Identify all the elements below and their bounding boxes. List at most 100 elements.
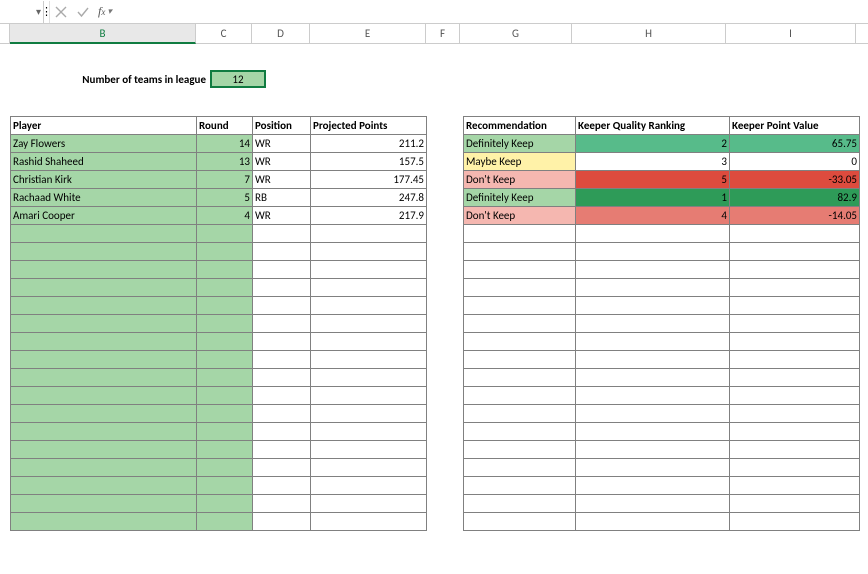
header-position[interactable]: Position [253,117,311,135]
cell[interactable] [197,459,253,477]
cell[interactable] [11,459,197,477]
cell[interactable] [464,477,576,495]
cell[interactable] [197,423,253,441]
cell[interactable] [11,495,197,513]
column-header-D[interactable]: D [252,24,310,43]
column-header-E[interactable]: E [310,24,426,43]
cell-rank[interactable]: 4 [576,207,730,225]
cell[interactable] [464,459,576,477]
cell[interactable] [11,225,197,243]
cell-position[interactable]: RB [253,189,311,207]
cell[interactable] [576,459,730,477]
cell[interactable] [253,225,311,243]
cell[interactable] [11,405,197,423]
cell[interactable] [730,459,860,477]
cell-round[interactable]: 13 [197,153,253,171]
cell[interactable] [576,513,730,531]
cell[interactable] [730,405,860,423]
accept-formula-button[interactable] [72,1,94,23]
cell[interactable] [11,513,197,531]
cell-position[interactable]: WR [253,207,311,225]
cell[interactable] [311,513,427,531]
cell[interactable] [311,459,427,477]
cell[interactable] [730,297,860,315]
cell[interactable] [253,387,311,405]
cell[interactable] [11,477,197,495]
teams-input-cell[interactable]: 12 [210,70,266,88]
cell[interactable] [197,369,253,387]
cell[interactable] [730,495,860,513]
chevron-down-icon[interactable]: ▾ [107,6,112,17]
cell-projected[interactable]: 217.9 [311,207,427,225]
cell-recommendation[interactable]: Don't Keep [464,207,576,225]
cell-recommendation[interactable]: Definitely Keep [464,189,576,207]
cell[interactable] [11,243,197,261]
column-header-I[interactable]: I [726,24,856,43]
cell[interactable] [730,441,860,459]
cell[interactable] [11,333,197,351]
cell[interactable] [730,315,860,333]
cell[interactable] [253,459,311,477]
cell[interactable] [576,351,730,369]
column-header-F[interactable]: F [426,24,460,43]
cell[interactable] [197,441,253,459]
cell-rank[interactable]: 2 [576,135,730,153]
cell-projected[interactable]: 247.8 [311,189,427,207]
header-round[interactable]: Round [197,117,253,135]
cell[interactable] [576,423,730,441]
cell-projected[interactable]: 157.5 [311,153,427,171]
cell[interactable] [253,351,311,369]
cell[interactable] [11,387,197,405]
column-header-C[interactable]: C [196,24,252,43]
cell[interactable] [311,297,427,315]
cell[interactable] [576,405,730,423]
cell[interactable] [253,441,311,459]
cell[interactable] [464,297,576,315]
cell[interactable] [730,351,860,369]
cell[interactable] [464,513,576,531]
cell[interactable] [464,315,576,333]
cell[interactable] [576,387,730,405]
cell[interactable] [311,387,427,405]
cell[interactable] [253,405,311,423]
cell-round[interactable]: 7 [197,171,253,189]
cell[interactable] [464,225,576,243]
cell[interactable] [253,261,311,279]
header-recommendation[interactable]: Recommendation [464,117,576,135]
cell[interactable] [464,279,576,297]
cell[interactable] [197,513,253,531]
cell[interactable] [730,477,860,495]
cell[interactable] [253,243,311,261]
cell[interactable] [311,243,427,261]
cell[interactable] [464,387,576,405]
cell[interactable] [730,261,860,279]
cell[interactable] [197,279,253,297]
cell-rank[interactable]: 1 [576,189,730,207]
cell[interactable] [11,279,197,297]
cell[interactable] [311,351,427,369]
cancel-formula-button[interactable] [50,1,72,23]
cell[interactable] [253,315,311,333]
cell[interactable] [197,351,253,369]
cell[interactable] [730,333,860,351]
cell[interactable] [197,261,253,279]
cell[interactable] [576,243,730,261]
cell[interactable] [197,333,253,351]
cell[interactable] [464,243,576,261]
cell[interactable] [311,405,427,423]
cell-player[interactable]: Zay Flowers [11,135,197,153]
cell-value[interactable]: 0 [730,153,860,171]
cell[interactable] [197,297,253,315]
header-keeper-rank[interactable]: Keeper Quality Ranking [576,117,730,135]
cell[interactable] [730,279,860,297]
column-header-H[interactable]: H [572,24,726,43]
cell-projected[interactable]: 177.45 [311,171,427,189]
cell-player[interactable]: Amari Cooper [11,207,197,225]
fx-label[interactable]: fx ▾ [94,4,116,19]
cell-recommendation[interactable]: Don't Keep [464,171,576,189]
cell[interactable] [253,279,311,297]
cell[interactable] [311,369,427,387]
cell[interactable] [311,279,427,297]
header-projected[interactable]: Projected Points [311,117,427,135]
cell-value[interactable]: 82.9 [730,189,860,207]
